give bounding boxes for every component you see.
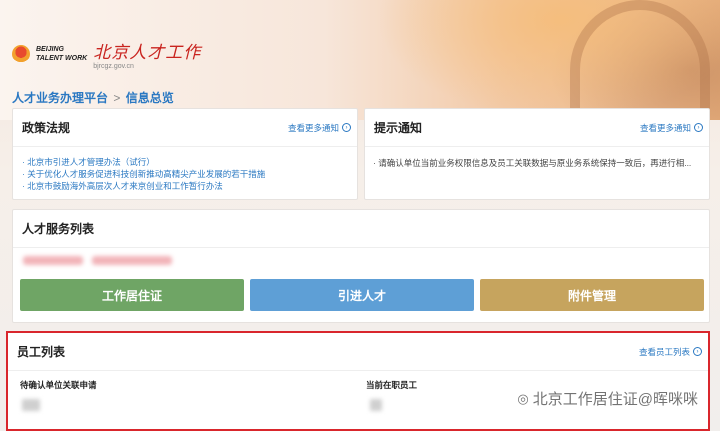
employee-card-header: 员工列表 查看员工列表 › [8,333,708,371]
policy-title: 政策法规 [22,121,71,135]
current-employees-label: 当前在职员工 [366,380,418,390]
redacted-count[interactable] [22,399,40,411]
chevron-circle-right-icon[interactable]: › [693,347,702,356]
pending-applications-label: 待确认单位关联申请 [20,380,97,390]
notice-item[interactable]: · 请确认单位当前业务权限信息及员工关联数据与原业务系统保持一致后，再进行相..… [365,147,709,179]
logo-chinese-block: 北京人才工作 bjrcgz.gov.cn [93,38,201,70]
logo-url: bjrcgz.gov.cn [93,63,134,70]
notice-title: 提示通知 [374,121,423,135]
employee-more-label[interactable]: 查看员工列表 [639,346,690,358]
watermark-text: 北京工作居住证@晖咪咪 [532,391,698,408]
employee-list-card: 员工列表 查看员工列表 › 待确认单位关联申请 当前在职员工 [6,331,710,431]
tiantan-arch-decoration [570,0,710,110]
talent-introduction-button[interactable]: 引进人才 [250,279,474,311]
employee-title: 员工列表 [17,345,66,359]
policy-list: · 北京市引进人才管理办法（试行） · 关于优化人才服务促进科技创新推动高精尖产… [13,147,357,201]
logo-english: BEIJING TALENT WORK [36,46,88,62]
redacted-count[interactable] [370,399,382,411]
site-logo[interactable]: BEIJING TALENT WORK 北京人才工作 bjrcgz.gov.cn [12,38,201,70]
policy-card: 政策法规 查看更多通知 › · 北京市引进人才管理办法（试行） · 关于优化人才… [12,108,358,200]
list-item[interactable]: · 北京市引进人才管理办法（试行） [22,156,348,168]
breadcrumb-current: 信息总览 [125,91,174,105]
attachment-management-button[interactable]: 附件管理 [480,279,704,311]
redacted-text [92,256,173,265]
breadcrumb-root[interactable]: 人才业务办理平台 [12,91,108,105]
notice-more-label[interactable]: 查看更多通知 [640,122,691,134]
chevron-circle-right-icon[interactable]: › [342,123,351,132]
logo-chinese: 北京人才工作 [93,43,202,63]
notice-card-header: 提示通知 查看更多通知 › [365,109,709,147]
breadcrumb-separator: > [113,91,121,105]
services-card-header: 人才服务列表 [13,210,709,248]
work-residence-permit-button[interactable]: 工作居住证 [20,279,244,311]
chevron-circle-right-icon[interactable]: › [694,123,703,132]
notice-card: 提示通知 查看更多通知 › · 请确认单位当前业务权限信息及员工关联数据与原业务… [364,108,710,200]
breadcrumb: 人才业务办理平台 > 信息总览 [12,89,174,106]
watermark: ◎ 北京工作居住证@晖咪咪 [517,388,698,409]
policy-card-header: 政策法规 查看更多通知 › [13,109,357,147]
wechat-icon: ◎ [517,390,529,406]
notice-more-link[interactable]: 查看更多通知 › [640,122,703,134]
policy-more-label[interactable]: 查看更多通知 [288,122,339,134]
policy-more-link[interactable]: 查看更多通知 › [288,122,351,134]
redacted-company-info [13,248,709,276]
employee-more-link[interactable]: 查看员工列表 › [639,346,702,358]
services-title: 人才服务列表 [22,222,95,236]
logo-emblem-icon [12,45,30,63]
redacted-text [23,256,83,265]
list-item[interactable]: · 关于优化人才服务促进科技创新推动高精尖产业发展的若干措施 [22,168,348,180]
list-item[interactable]: · 北京市鼓励海外高层次人才来京创业和工作暂行办法 [22,180,348,192]
